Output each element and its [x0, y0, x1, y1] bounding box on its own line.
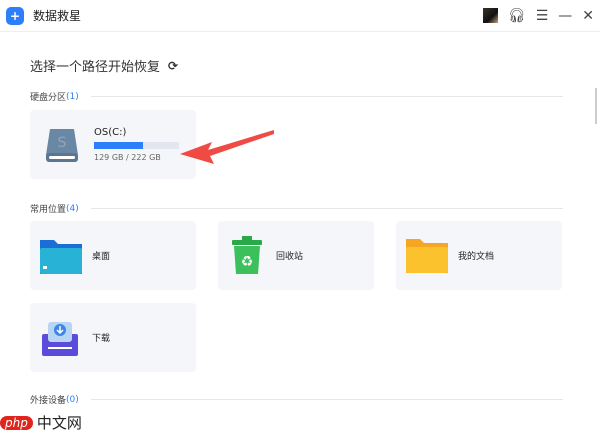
- close-icon[interactable]: ✕: [582, 8, 594, 24]
- svg-text:♻: ♻: [241, 254, 254, 270]
- watermark-text: 中文网: [36, 414, 82, 432]
- user-avatar[interactable]: [482, 8, 498, 23]
- download-tray-icon: [42, 321, 78, 356]
- section-count: (4): [66, 203, 79, 214]
- minimize-icon[interactable]: —: [558, 8, 572, 24]
- location-label: 回收站: [276, 252, 304, 262]
- disk-usage-text: 129 GB / 222 GB: [94, 153, 161, 162]
- location-label: 下载: [92, 334, 111, 344]
- section-common: 常用位置 (4): [30, 202, 563, 215]
- scrollbar[interactable]: [595, 88, 597, 124]
- section-count: (0): [66, 394, 79, 405]
- headset-support-icon[interactable]: 🎧︎: [508, 8, 526, 24]
- disk-usage-bar: [94, 142, 179, 149]
- documents-folder-icon: [406, 238, 448, 273]
- svg-text:S: S: [58, 135, 67, 151]
- disk-card-c[interactable]: S OS(C:) 129 GB / 222 GB: [30, 110, 196, 179]
- watermark: php 中文网: [0, 412, 82, 433]
- section-label: 常用位置: [30, 205, 67, 215]
- hard-drive-icon: S: [46, 128, 78, 162]
- page-title: 选择一个路径开始恢复: [30, 60, 161, 75]
- location-label: 我的文档: [458, 252, 495, 262]
- recycle-bin-icon: ♻: [232, 235, 262, 274]
- title-bar: + 数据救星 🎧︎ ☰ — ✕: [0, 0, 600, 32]
- location-recycle-bin[interactable]: ♻ 回收站: [218, 221, 374, 290]
- annotation-arrow: [180, 130, 274, 164]
- location-downloads[interactable]: 下载: [30, 303, 196, 372]
- page-heading: 选择一个路径开始恢复 ⟳: [30, 56, 178, 76]
- desktop-folder-icon: [40, 239, 82, 274]
- section-external: 外接设备 (0): [30, 393, 563, 406]
- section-label: 外接设备: [30, 396, 67, 406]
- menu-icon[interactable]: ☰: [536, 8, 549, 24]
- app-logo-icon: +: [6, 6, 24, 25]
- location-documents[interactable]: 我的文档: [396, 221, 562, 290]
- disk-name: OS(C:): [94, 127, 127, 138]
- location-label: 桌面: [92, 252, 111, 262]
- refresh-icon[interactable]: ⟳: [168, 59, 178, 73]
- location-desktop[interactable]: 桌面: [30, 221, 196, 290]
- section-count: (1): [66, 91, 79, 102]
- section-label: 硬盘分区: [30, 93, 67, 103]
- watermark-logo: php: [0, 415, 33, 430]
- disk-usage-fill: [94, 142, 144, 149]
- app-title: 数据救星: [33, 9, 82, 23]
- section-disks: 硬盘分区 (1): [30, 90, 563, 103]
